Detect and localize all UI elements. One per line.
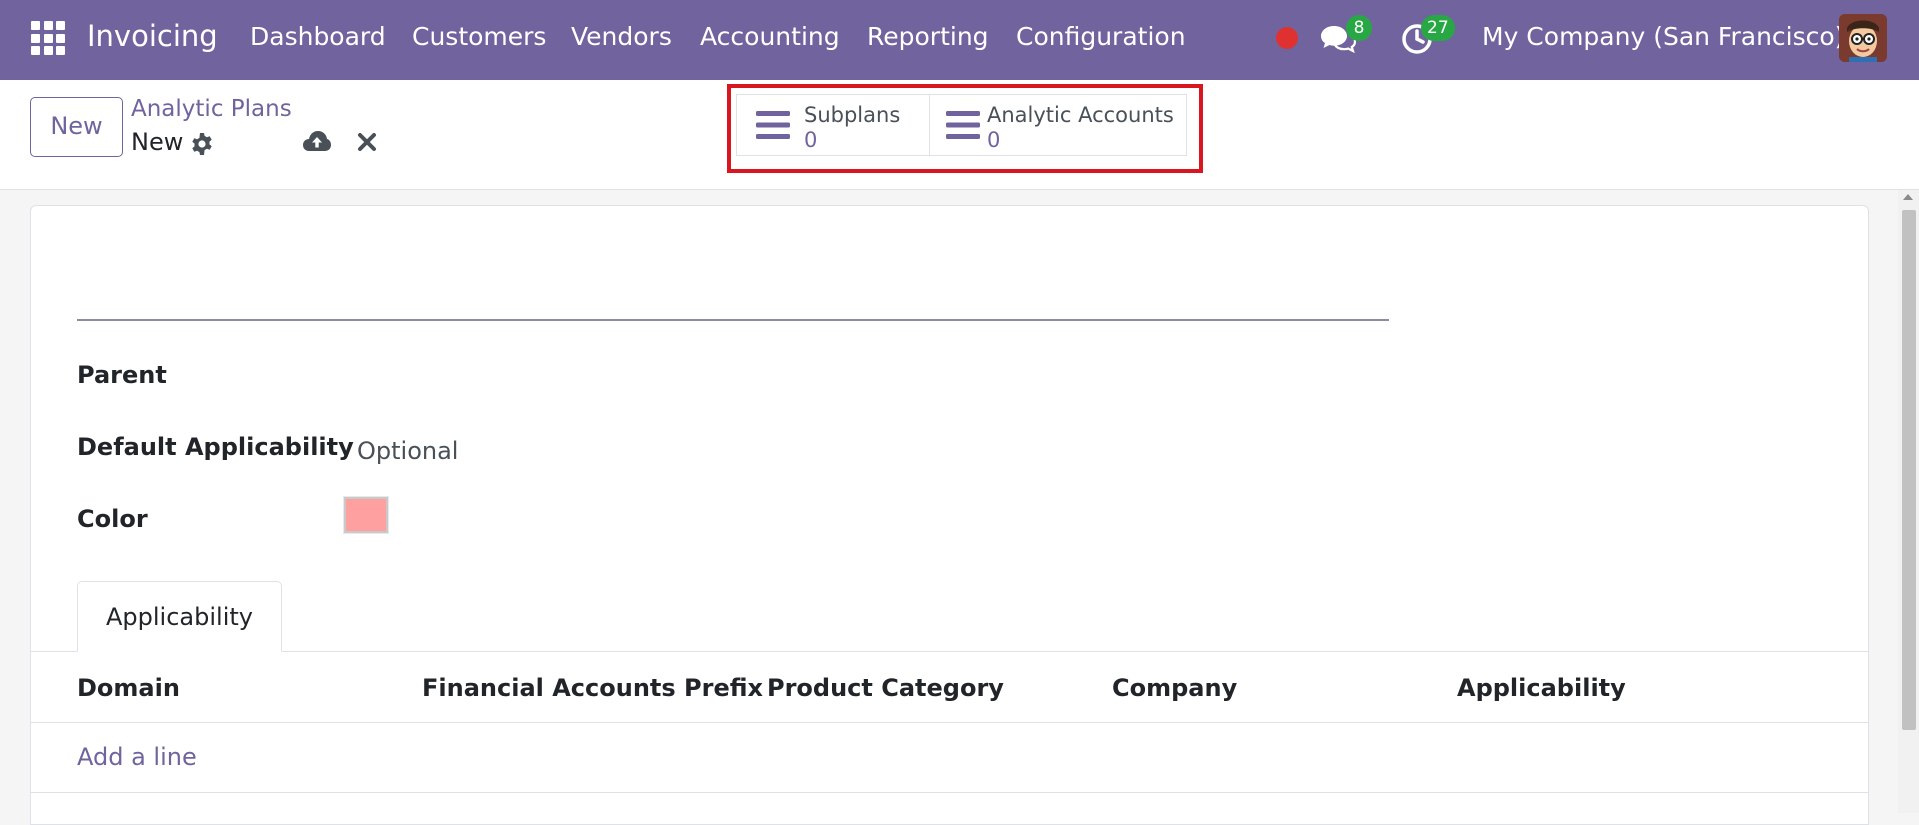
parent-field[interactable] — [357, 348, 917, 388]
add-line-link[interactable]: Add a line — [77, 743, 197, 771]
subplans-count: 0 — [804, 128, 818, 152]
subplans-button[interactable]: Subplans 0 — [737, 95, 930, 155]
default-applicability-label: Default Applicability — [77, 433, 354, 461]
menu-item-configuration[interactable]: Configuration — [1016, 22, 1186, 51]
column-header-company[interactable]: Company — [1112, 674, 1237, 702]
activities-count-badge: 27 — [1421, 15, 1455, 41]
tab-bar — [31, 651, 1868, 652]
menu-item-reporting[interactable]: Reporting — [867, 22, 989, 51]
list-icon — [946, 111, 980, 139]
color-label: Color — [77, 505, 148, 533]
subplans-label: Subplans — [804, 103, 901, 127]
messages-count-badge: 8 — [1346, 15, 1372, 41]
app-title[interactable]: Invoicing — [87, 19, 218, 53]
name-underline — [77, 319, 1389, 321]
column-header-applicability[interactable]: Applicability — [1457, 674, 1626, 702]
list-icon — [756, 111, 790, 139]
close-icon[interactable] — [356, 131, 378, 153]
parent-label: Parent — [77, 361, 167, 389]
menu-item-customers[interactable]: Customers — [412, 22, 546, 51]
record-dot-icon[interactable] — [1276, 27, 1298, 49]
form-sheet: Parent Default Applicability Optional Co… — [30, 205, 1869, 825]
scroll-up-arrow-icon[interactable] — [1903, 194, 1913, 200]
analytic-accounts-label: Analytic Accounts — [987, 103, 1174, 127]
menu-item-accounting[interactable]: Accounting — [700, 22, 840, 51]
tab-applicability[interactable]: Applicability — [77, 581, 282, 652]
avatar[interactable] — [1839, 14, 1887, 62]
gear-icon[interactable] — [190, 132, 214, 156]
apps-menu-icon[interactable] — [31, 21, 65, 55]
company-switcher[interactable]: My Company (San Francisco) — [1482, 22, 1844, 51]
scrollbar-thumb[interactable] — [1902, 210, 1916, 730]
vertical-scrollbar[interactable] — [1898, 190, 1919, 813]
column-header-domain[interactable]: Domain — [77, 674, 180, 702]
breadcrumb-current: New — [131, 128, 184, 156]
control-panel: New Analytic Plans New Subplans 0 Analyt… — [0, 80, 1919, 190]
default-applicability-select[interactable]: Optional — [357, 437, 458, 465]
new-button[interactable]: New — [30, 97, 123, 157]
analytic-accounts-count: 0 — [987, 128, 1001, 152]
top-navbar: Invoicing Dashboard Customers Vendors Ac… — [0, 0, 1919, 80]
color-picker[interactable] — [343, 496, 389, 534]
analytic-accounts-button[interactable]: Analytic Accounts 0 — [930, 95, 1186, 155]
breadcrumb-analytic-plans[interactable]: Analytic Plans — [131, 96, 292, 122]
smart-buttons: Subplans 0 Analytic Accounts 0 — [736, 94, 1187, 156]
table-row-divider — [31, 792, 1868, 793]
column-header-product-category[interactable]: Product Category — [767, 674, 1004, 702]
menu-item-vendors[interactable]: Vendors — [571, 22, 672, 51]
table-header-divider — [31, 722, 1868, 723]
cloud-upload-icon[interactable] — [302, 128, 332, 154]
column-header-financial-accounts-prefix[interactable]: Financial Accounts Prefix — [422, 674, 763, 702]
plan-name-input[interactable] — [77, 256, 1389, 316]
menu-item-dashboard[interactable]: Dashboard — [250, 22, 386, 51]
